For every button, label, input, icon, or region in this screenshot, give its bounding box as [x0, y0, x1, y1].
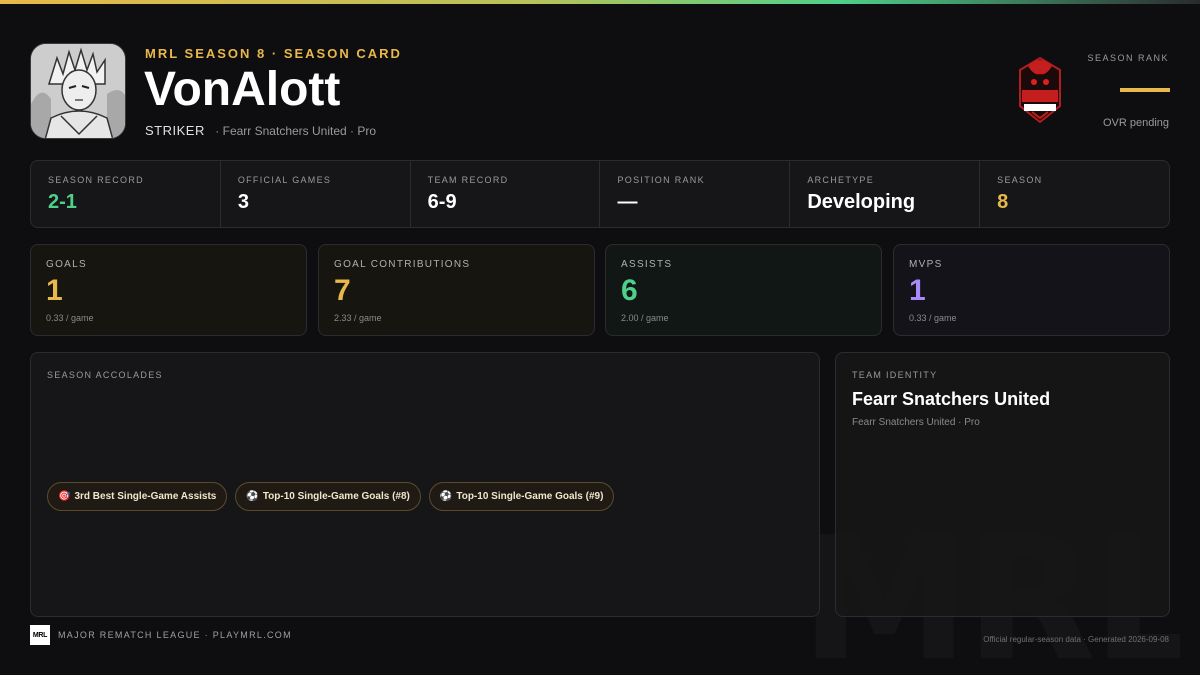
team-identity-label: TEAM IDENTITY — [852, 370, 938, 380]
card-value: 6 — [621, 274, 638, 307]
stat-label: POSITION RANK — [617, 175, 705, 185]
assists-card: ASSISTS 6 2.00 / game — [605, 244, 882, 336]
stat-archetype: ARCHETYPE Developing — [790, 161, 981, 227]
goal-contributions-card: GOAL CONTRIBUTIONS 7 2.33 / game — [318, 244, 595, 336]
position-line: STRIKER · Fearr Snatchers United · Pro — [145, 122, 376, 140]
stat-value: — — [617, 191, 638, 213]
goals-card: GOALS 1 0.33 / game — [30, 244, 307, 336]
position-label: STRIKER — [145, 123, 205, 138]
stat-value: 2-1 — [48, 191, 77, 213]
team-logo-icon — [1016, 56, 1064, 124]
mvps-card: MVPS 1 0.33 / game — [893, 244, 1170, 336]
target-icon: 🎯 — [58, 491, 71, 502]
season-accolades-panel: SEASON ACCOLADES 🎯 3rd Best Single-Game … — [30, 352, 820, 617]
accolade-chip: ⚽ Top-10 Single-Game Goals (#8) — [235, 482, 421, 511]
team-identity-name: Fearr Snatchers United — [852, 389, 1051, 409]
accolade-text: Top-10 Single-Game Goals (#8) — [262, 491, 410, 502]
stat-value: 6-9 — [427, 191, 457, 213]
stat-label: SEASON RECORD — [48, 175, 144, 185]
stat-value: 3 — [237, 191, 249, 213]
stat-position-rank: POSITION RANK — — [600, 161, 791, 227]
team-meta: · Fearr Snatchers United · Pro — [215, 124, 377, 138]
accolade-chips: 🎯 3rd Best Single-Game Assists ⚽ Top-10 … — [47, 482, 615, 511]
card-per-game: 2.33 / game — [334, 313, 382, 323]
card-value: 1 — [46, 274, 63, 307]
accolade-text: 3rd Best Single-Game Assists — [74, 491, 217, 502]
team-identity-panel: TEAM IDENTITY Fearr Snatchers United Fea… — [835, 352, 1170, 617]
card-label: ASSISTS — [621, 259, 673, 270]
stat-team-record: TEAM RECORD 6-9 — [411, 161, 601, 227]
player-avatar — [30, 43, 126, 139]
mrl-logo: MRL — [30, 625, 50, 645]
season-card-eyebrow: MRL SEASON 8 · SEASON CARD — [145, 46, 402, 61]
accent-bar — [0, 0, 1200, 4]
stat-label: TEAM RECORD — [427, 175, 509, 185]
accolade-text: Top-10 Single-Game Goals (#9) — [456, 491, 604, 502]
stat-official-games: OFFICIAL GAMES 3 — [221, 161, 411, 227]
accolades-label: SEASON ACCOLADES — [47, 370, 163, 380]
stat-label: ARCHETYPE — [807, 175, 875, 185]
season-rank-label: SEASON RANK — [1087, 53, 1169, 63]
card-label: MVPS — [909, 259, 943, 270]
footer-generated-text: Official regular-season data · Generated… — [983, 635, 1169, 644]
stat-value: Developing — [807, 191, 916, 213]
stats-strip: SEASON RECORD 2-1 OFFICIAL GAMES 3 TEAM … — [30, 160, 1170, 228]
accolade-chip: ⚽ Top-10 Single-Game Goals (#9) — [428, 482, 615, 511]
card-per-game: 2.00 / game — [621, 313, 669, 323]
card-label: GOAL CONTRIBUTIONS — [334, 259, 471, 270]
ovr-status: OVR pending — [1102, 117, 1169, 129]
card-per-game: 0.33 / game — [46, 313, 94, 323]
player-name: VonAlott — [144, 63, 341, 116]
season-rank-bar — [1120, 88, 1170, 92]
card-per-game: 0.33 / game — [909, 313, 957, 323]
soccer-ball-icon: ⚽ — [439, 491, 453, 502]
stat-value: 8 — [997, 191, 1009, 213]
stat-season-record: SEASON RECORD 2-1 — [31, 161, 221, 227]
stat-season: SEASON 8 — [980, 161, 1169, 227]
stat-label: OFFICIAL GAMES — [237, 175, 332, 185]
card-value: 1 — [909, 274, 926, 307]
soccer-ball-icon: ⚽ — [246, 491, 259, 502]
card-value: 7 — [334, 274, 351, 307]
team-identity-sub: Fearr Snatchers United · Pro — [852, 417, 980, 428]
card-label: GOALS — [46, 259, 87, 270]
accolade-chip: 🎯 3rd Best Single-Game Assists — [47, 482, 228, 511]
footer-league-text: MAJOR REMATCH LEAGUE · PLAYMRL.COM — [58, 630, 292, 640]
stat-label: SEASON — [997, 175, 1043, 185]
